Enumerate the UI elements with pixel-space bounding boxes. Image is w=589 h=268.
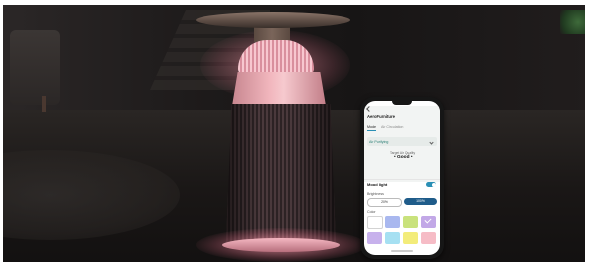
brightness-20-button[interactable]: 20% [367, 198, 402, 207]
phone-screen: AeroFurniture Mode Air Circulation Air P… [364, 101, 440, 255]
phone-notch [392, 101, 412, 105]
mood-light-toggle[interactable] [426, 182, 436, 187]
toggle-knob [431, 182, 436, 187]
color-swatch-green[interactable] [403, 216, 418, 228]
purifier-body-mesh [226, 104, 336, 242]
color-swatch-yellow[interactable] [403, 232, 418, 244]
armchair-leg [42, 96, 46, 112]
app-title: AeroFurniture [367, 114, 395, 119]
table-top [196, 12, 350, 28]
mood-light-title: Mood light [367, 182, 388, 187]
plant [560, 10, 589, 34]
divider [364, 179, 440, 180]
color-swatch-pink[interactable] [421, 232, 436, 244]
color-swatch-blue[interactable] [385, 216, 400, 228]
color-swatch-purple-selected[interactable] [421, 216, 436, 228]
brightness-100-button[interactable]: 100% [404, 198, 437, 205]
brightness-label: Brightness [367, 192, 384, 196]
mode-select-value: Air Purifying [369, 140, 389, 144]
tab-air-circulation[interactable]: Air Circulation [381, 125, 403, 129]
color-swatch-white[interactable] [367, 216, 383, 229]
color-label: Color [367, 210, 376, 214]
room-scene: AeroFurniture Mode Air Circulation Air P… [0, 0, 589, 268]
check-icon [424, 216, 432, 224]
color-swatch-cyan[interactable] [385, 232, 400, 244]
tab-mode[interactable]: Mode [367, 125, 376, 131]
home-indicator [391, 250, 413, 252]
armchair [10, 30, 60, 105]
target-value: • Good • [394, 155, 413, 160]
purifier-lit-collar [232, 72, 326, 106]
purifier-base-ring [222, 238, 340, 252]
purifier-top-grille [238, 40, 314, 74]
color-swatch-lavender[interactable] [367, 232, 382, 244]
